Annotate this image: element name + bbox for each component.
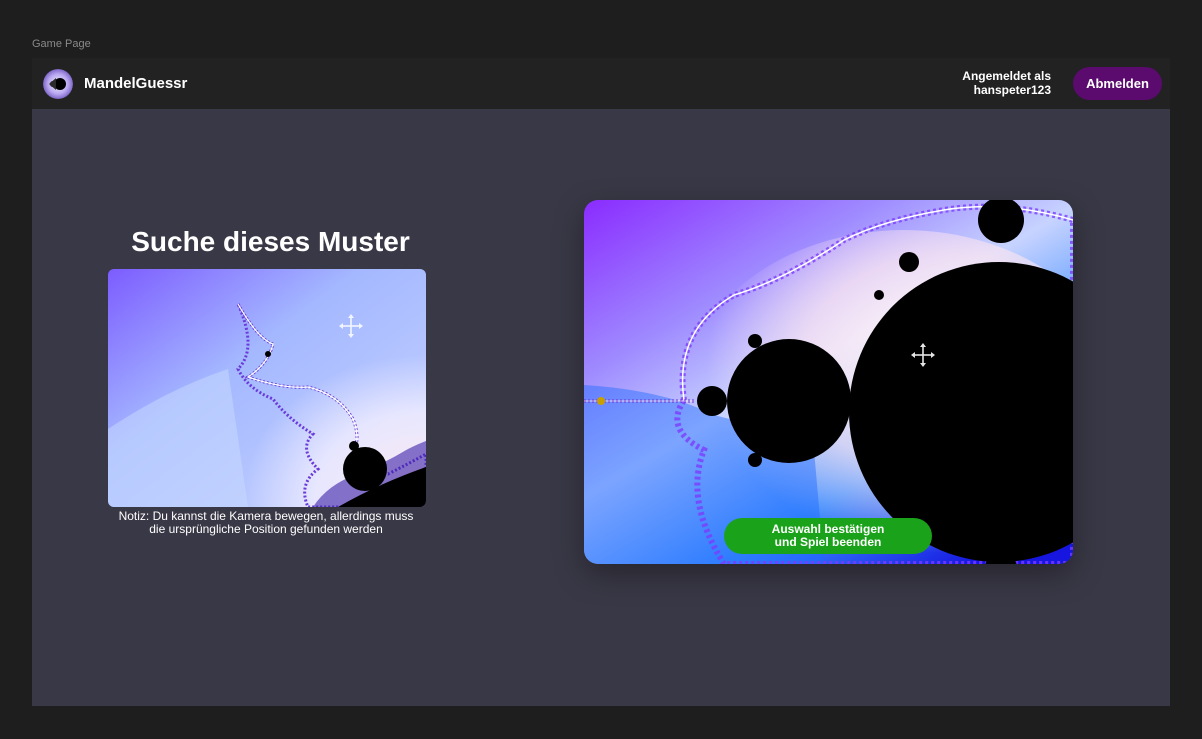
user-info: Angemeldet als hanspeter123 (962, 69, 1051, 97)
navbar: MandelGuessr Angemeldet als hanspeter123… (32, 58, 1170, 109)
note-line-2: die ursprüngliche Position gefunden werd… (149, 522, 383, 536)
logout-button[interactable]: Abmelden (1073, 67, 1162, 100)
user-info-label: Angemeldet als (962, 69, 1051, 83)
target-fractal-image (108, 269, 426, 507)
username: hanspeter123 (973, 83, 1051, 97)
game-page: MandelGuessr Angemeldet als hanspeter123… (32, 58, 1170, 706)
confirm-line-2: und Spiel beenden (774, 535, 882, 549)
fractal-viewport[interactable]: Auswahl bestätigen und Spiel beenden (584, 200, 1073, 564)
confirm-button[interactable]: Auswahl bestätigen und Spiel beenden (724, 518, 932, 554)
frame-label: Game Page (32, 38, 91, 50)
logo-icon (43, 69, 73, 99)
target-title: Suche dieses Muster (131, 226, 410, 257)
note-text: Notiz: Du kannst die Kamera bewegen, all… (96, 510, 436, 536)
brand-name[interactable]: MandelGuessr (84, 75, 187, 92)
